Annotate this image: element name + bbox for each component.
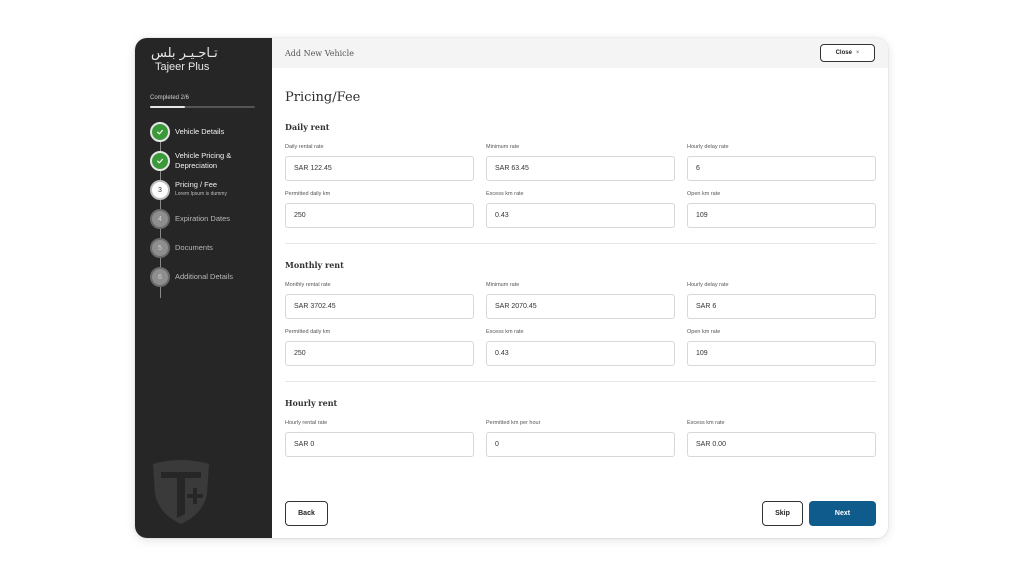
step-vehicle-details[interactable]: Vehicle Details [150, 122, 224, 142]
progress-bar [150, 106, 255, 108]
monthly-excess-km-rate-input[interactable]: 0.43 [486, 341, 675, 366]
step-number: 4 [150, 209, 170, 229]
step-number: 3 [150, 180, 170, 200]
step-pricing-fee[interactable]: 3 Pricing / Fee Lorem Ipsum is dummy [150, 180, 227, 200]
daily-permitted-km-input[interactable]: 250 [285, 203, 474, 228]
hourly-excess-km-rate-input[interactable]: SAR 0.00 [687, 432, 876, 457]
daily-excess-km-rate-field: Excess km rate 0.43 [486, 191, 675, 228]
monthly-minimum-rate-input[interactable]: SAR 2070.45 [486, 294, 675, 319]
field-label: Minimum rate [486, 282, 520, 288]
daily-minimum-rate-input[interactable]: SAR 63.45 [486, 156, 675, 181]
step-label: Documents [175, 243, 213, 252]
step-label: Pricing / Fee [175, 180, 218, 189]
section-title-hourly: Hourly rent [285, 398, 338, 408]
add-vehicle-dialog: تـاجـيـر بلس Tajeer Plus Completed 2/6 V… [135, 38, 888, 538]
monthly-hourly-delay-rate-field: Hourly delay rate SAR 6 [687, 282, 876, 319]
step-vehicle-pricing[interactable]: Vehicle Pricing & Depreciation [150, 151, 231, 171]
step-label: Expiration Dates [175, 214, 231, 223]
field-label: Monthly rental rate [285, 282, 331, 288]
daily-open-km-rate-input[interactable]: 109 [687, 203, 876, 228]
daily-excess-km-rate-input[interactable]: 0.43 [486, 203, 675, 228]
monthly-open-km-rate-field: Open km rate 109 [687, 329, 876, 366]
section-divider [285, 381, 876, 382]
step-expiration-dates[interactable]: 4 Expiration Dates [150, 209, 230, 229]
step-label: Vehicle Details [175, 127, 225, 136]
field-label: Hourly rental rate [285, 420, 328, 426]
close-button[interactable]: Close × [820, 44, 875, 62]
dialog-title: Add New Vehicle [285, 48, 354, 58]
monthly-open-km-rate-input[interactable]: 109 [687, 341, 876, 366]
progress-bar-fill [150, 106, 185, 108]
progress-label: Completed 2/6 [150, 95, 190, 101]
logo-arabic: تـاجـيـر بلس [151, 46, 218, 61]
shield-logo-icon [149, 458, 213, 531]
step-sublabel: Lorem Ipsum is dummy [175, 191, 227, 197]
daily-open-km-rate-field: Open km rate 109 [687, 191, 876, 228]
sidebar: تـاجـيـر بلس Tajeer Plus Completed 2/6 V… [135, 38, 272, 538]
logo-english: Tajeer Plus [155, 61, 210, 73]
field-label: Hourly delay rate [687, 144, 729, 150]
monthly-excess-km-rate-field: Excess km rate 0.43 [486, 329, 675, 366]
section-divider [285, 243, 876, 244]
step-number: 5 [150, 238, 170, 258]
close-label: Close [835, 50, 852, 56]
monthly-permitted-km-field: Permitted daily km 250 [285, 329, 474, 366]
monthly-hourly-delay-rate-input[interactable]: SAR 6 [687, 294, 876, 319]
monthly-rental-rate-input[interactable]: SAR 3702.45 [285, 294, 474, 319]
monthly-minimum-rate-field: Minimum rate SAR 2070.45 [486, 282, 675, 319]
field-label: Open km rate [687, 329, 721, 335]
check-icon [150, 151, 170, 171]
step-label: Additional Details [175, 272, 233, 281]
back-button[interactable]: Back [285, 501, 328, 526]
daily-rental-rate-input[interactable]: SAR 122.45 [285, 156, 474, 181]
field-label: Permitted daily km [285, 329, 331, 335]
field-label: Open km rate [687, 191, 721, 197]
section-title-daily: Daily rent [285, 122, 330, 132]
skip-button[interactable]: Skip [762, 501, 803, 526]
step-documents[interactable]: 5 Documents [150, 238, 213, 258]
field-label: Permitted km per hour [486, 420, 541, 426]
hourly-excess-km-rate-field: Excess km rate SAR 0.00 [687, 420, 876, 457]
header: Add New Vehicle Close × [272, 38, 888, 68]
field-label: Hourly delay rate [687, 282, 729, 288]
daily-permitted-km-field: Permitted daily km 250 [285, 191, 474, 228]
field-label: Daily rental rate [285, 144, 324, 150]
page-title: Pricing/Fee [285, 90, 361, 105]
monthly-permitted-km-input[interactable]: 250 [285, 341, 474, 366]
hourly-permitted-km-input[interactable]: 0 [486, 432, 675, 457]
step-number: 6 [150, 267, 170, 287]
step-label-line2: Depreciation [175, 161, 218, 170]
next-button[interactable]: Next [809, 501, 876, 526]
step-label-line1: Vehicle Pricing & [175, 151, 232, 160]
daily-rental-rate-field: Daily rental rate SAR 122.45 [285, 144, 474, 181]
field-label: Permitted daily km [285, 191, 331, 197]
close-icon: × [855, 50, 860, 56]
hourly-rental-rate-input[interactable]: SAR 0 [285, 432, 474, 457]
field-label: Minimum rate [486, 144, 520, 150]
main-content: Add New Vehicle Close × Pricing/Fee Dail… [272, 38, 888, 538]
field-label: Excess km rate [486, 329, 524, 335]
hourly-rental-rate-field: Hourly rental rate SAR 0 [285, 420, 474, 457]
monthly-rental-rate-field: Monthly rental rate SAR 3702.45 [285, 282, 474, 319]
field-label: Excess km rate [687, 420, 725, 426]
daily-hourly-delay-rate-input[interactable]: 6 [687, 156, 876, 181]
daily-hourly-delay-rate-field: Hourly delay rate 6 [687, 144, 876, 181]
brand-logo: تـاجـيـر بلس Tajeer Plus [151, 47, 218, 74]
field-label: Excess km rate [486, 191, 524, 197]
check-icon [150, 122, 170, 142]
hourly-permitted-km-field: Permitted km per hour 0 [486, 420, 675, 457]
section-title-monthly: Monthly rent [285, 260, 344, 270]
daily-minimum-rate-field: Minimum rate SAR 63.45 [486, 144, 675, 181]
step-additional-details[interactable]: 6 Additional Details [150, 267, 233, 287]
